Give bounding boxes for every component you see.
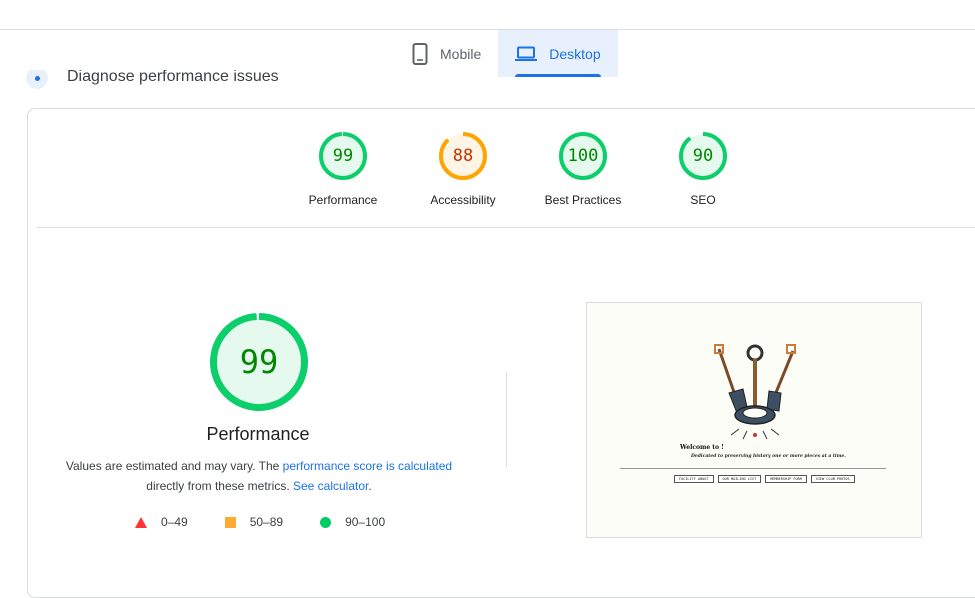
screenshot-nav-button: OUR MAILING LIST <box>717 475 762 483</box>
tab-desktop-label: Desktop <box>549 45 601 62</box>
gauge-accessibility[interactable]: 88 Accessibility <box>403 132 523 207</box>
legend-pass-range: 90–100 <box>345 515 386 529</box>
performance-description: Values are estimated and may vary. The p… <box>58 456 460 496</box>
screenshot-welcome-text: Welcome to ! <box>680 444 724 451</box>
gauge-performance[interactable]: 99 Performance <box>283 132 403 207</box>
gauge-label: SEO <box>690 193 716 207</box>
laptop-icon <box>515 46 538 61</box>
gauge-ring: 90 <box>679 132 727 180</box>
tab-mobile[interactable]: Mobile <box>395 30 498 77</box>
legend-pass: 90–100 <box>320 515 385 529</box>
section-divider <box>36 227 975 228</box>
desc-text-1: Values are estimated and may vary. The <box>65 459 283 473</box>
diagnose-section-header: Diagnose performance issues <box>26 70 279 90</box>
page-screenshot-thumbnail[interactable]: Welcome to ! Dedicated to preserving his… <box>586 302 922 538</box>
pass-circle-icon <box>320 516 332 528</box>
device-tabs: Mobile Desktop <box>395 30 618 77</box>
legend-fail: 0–49 <box>135 515 188 529</box>
screenshot-tagline: Dedicated to preserving history one or m… <box>691 454 846 459</box>
gauge-best-practices[interactable]: 100 Best Practices <box>523 132 643 207</box>
gauge-score: 88 <box>452 146 474 166</box>
tab-mobile-label: Mobile <box>440 45 482 62</box>
score-legend: 0–49 50–89 90–100 <box>135 515 385 529</box>
performance-title: Performance <box>206 424 310 444</box>
gauge-score: 90 <box>692 146 714 166</box>
gauge-label: Performance <box>308 193 378 207</box>
gauge-label: Best Practices <box>544 193 622 207</box>
gauge-label: Accessibility <box>430 193 496 207</box>
gauge-seo[interactable]: 90 SEO <box>643 132 763 207</box>
vertical-divider <box>506 372 507 467</box>
legend-average: 50–89 <box>224 515 284 529</box>
tab-desktop[interactable]: Desktop <box>498 30 618 77</box>
screenshot-nav-buttons: FACILITY ABOUT OUR MAILING LIST MEMBERSH… <box>674 475 859 483</box>
legend-average-range: 50–89 <box>249 515 284 529</box>
gauge-score: 100 <box>567 146 599 166</box>
desc-text-3: . <box>368 479 372 493</box>
performance-score-link[interactable]: performance score is calculated <box>283 459 452 473</box>
smartphone-icon <box>412 42 428 65</box>
see-calculator-link[interactable]: See calculator <box>293 479 368 493</box>
gauge-score: 99 <box>332 146 354 166</box>
screenshot-nav-button: FACILITY ABOUT <box>674 475 714 483</box>
performance-score-gauge: 99 <box>210 313 308 411</box>
legend-fail-range: 0–49 <box>161 515 188 529</box>
average-square-icon <box>224 516 236 528</box>
performance-score-value: 99 <box>239 343 279 381</box>
gauge-ring: 99 <box>319 132 367 180</box>
fail-triangle-icon <box>135 516 147 528</box>
screenshot-nav-button: MEMBERSHIP FORM <box>765 475 807 483</box>
gauge-ring: 100 <box>559 132 607 180</box>
gauge-ring: 88 <box>439 132 487 180</box>
category-gauges: 99 Performance 88 Accessibility 100 Best… <box>283 132 763 207</box>
screenshot-nav-button: VIEW CLUB PHOTOS <box>810 475 855 483</box>
diagnose-dot-icon <box>26 70 48 89</box>
screenshot-rule <box>620 468 886 469</box>
desc-text-2: directly from these metrics. <box>146 479 293 493</box>
metal-detector-shovels-logo-icon <box>714 344 796 440</box>
diagnose-title: Diagnose performance issues <box>67 70 279 85</box>
